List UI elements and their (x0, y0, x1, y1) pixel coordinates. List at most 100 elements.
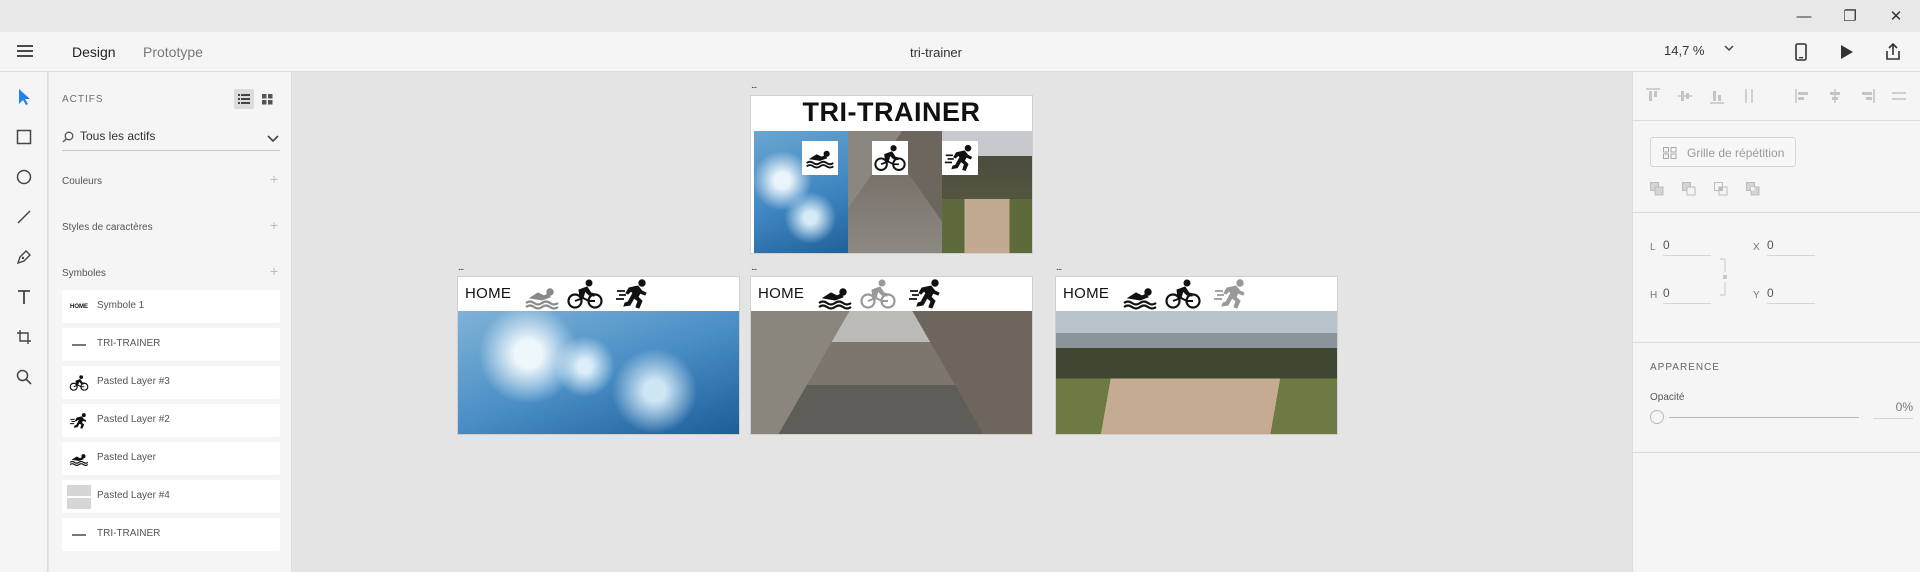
appearance-heading: APPARENCE (1650, 362, 1720, 373)
swim-icon[interactable] (1122, 282, 1158, 312)
add-symbol-icon[interactable]: + (270, 263, 278, 279)
boolean-subtract-icon[interactable] (1682, 182, 1696, 196)
rectangle-tool-icon[interactable] (12, 125, 36, 149)
bike-icon[interactable] (860, 279, 896, 309)
swim-icon[interactable] (524, 282, 560, 312)
home-link[interactable]: HOME (758, 285, 804, 302)
x-input[interactable]: 0 (1767, 238, 1815, 256)
swim-icon[interactable] (817, 282, 853, 312)
document-title: tri-trainer (909, 45, 962, 60)
opacity-input[interactable]: 0% (1873, 400, 1913, 419)
artboard-tool-icon[interactable] (12, 325, 36, 349)
ellipse-tool-icon[interactable] (12, 165, 36, 189)
symbol-label: TRI-TRAINER (97, 338, 161, 349)
mobile-preview-icon[interactable] (1789, 40, 1813, 64)
align-center-icon[interactable] (1827, 88, 1843, 104)
colors-section-label[interactable]: Couleurs (62, 176, 102, 187)
top-toolbar: Design Prototype tri-trainer 14,7 % (0, 32, 1920, 74)
play-icon[interactable] (1835, 40, 1859, 64)
close-window-button[interactable]: ✕ (1873, 0, 1919, 32)
align-bottom-icon[interactable] (1709, 88, 1725, 104)
run-icon (67, 409, 91, 433)
select-tool-icon[interactable] (12, 85, 36, 109)
text-tool-icon[interactable] (12, 285, 36, 309)
divider (1633, 342, 1920, 343)
boolean-intersect-icon[interactable] (1714, 182, 1728, 196)
symbol-label: Pasted Layer #2 (97, 414, 170, 425)
repeat-grid-icon (1663, 147, 1677, 159)
artboard-bike[interactable]: HOME (750, 276, 1033, 435)
artboard-handle[interactable]: ... (1056, 263, 1062, 273)
search-icon (62, 130, 74, 148)
swim-icon (67, 447, 91, 471)
artboard-run[interactable]: HOME (1055, 276, 1338, 435)
artboard-handle[interactable]: ... (458, 263, 464, 273)
run-icon[interactable] (615, 279, 651, 309)
run-icon (942, 141, 978, 175)
assets-panel: ACTIFS Tous les actifs Couleurs + Styles… (49, 72, 292, 572)
symbol-label: Pasted Layer #4 (97, 490, 170, 501)
symbol-item[interactable]: Pasted Layer #2 (62, 404, 280, 437)
link-proportions-icon[interactable] (1719, 258, 1727, 296)
artboard-handle[interactable]: ... (751, 263, 757, 273)
design-canvas[interactable]: ... TRI-TRAINER ... HOME ... HOME ... HO… (292, 72, 1632, 572)
minimize-icon: — (1796, 7, 1812, 25)
artboard-handle[interactable]: ... (751, 81, 757, 91)
bike-icon[interactable] (1165, 279, 1201, 309)
artboard-title[interactable]: TRI-TRAINER (750, 95, 1033, 254)
symbol-item[interactable]: Pasted Layer (62, 442, 280, 475)
align-left-icon[interactable] (1795, 88, 1811, 104)
assets-filter-dropdown[interactable]: Tous les actifs (62, 125, 280, 151)
add-color-icon[interactable]: + (270, 171, 278, 187)
artboard-swim[interactable]: HOME (457, 276, 740, 435)
pen-tool-icon[interactable] (12, 245, 36, 269)
bike-icon[interactable] (567, 279, 603, 309)
symbol-item[interactable]: TRI-TRAINER (62, 328, 280, 361)
line-tool-icon[interactable] (12, 205, 36, 229)
grid-view-icon[interactable] (257, 89, 277, 109)
opacity-slider-track[interactable] (1669, 417, 1859, 418)
char-styles-section-label[interactable]: Styles de caractères (62, 222, 153, 233)
align-top-icon[interactable] (1645, 88, 1661, 104)
bike-icon (67, 371, 91, 395)
opacity-slider-handle[interactable] (1650, 410, 1664, 424)
tri-trainer-heading: TRI-TRAINER (802, 97, 981, 127)
symbol-label: TRI-TRAINER (97, 528, 161, 539)
height-input[interactable]: 0 (1663, 286, 1711, 304)
divider (1633, 452, 1920, 453)
chevron-down-icon[interactable] (1723, 42, 1735, 57)
nav-bar: HOME (751, 277, 1032, 311)
restore-button[interactable]: ❐ (1827, 0, 1873, 32)
y-input[interactable]: 0 (1767, 286, 1815, 304)
zoom-tool-icon[interactable] (12, 365, 36, 389)
minimize-button[interactable]: — (1781, 0, 1827, 32)
close-icon: ✕ (1889, 8, 1903, 25)
list-view-icon[interactable] (234, 89, 254, 109)
symbol-item[interactable]: Pasted Layer #3 (62, 366, 280, 399)
assets-title: ACTIFS (62, 94, 104, 105)
repeat-grid-button[interactable]: Grille de répétition (1650, 137, 1796, 167)
share-icon[interactable] (1881, 40, 1905, 64)
symbol-item[interactable]: Pasted Layer #4 (62, 480, 280, 513)
boolean-add-icon[interactable] (1650, 182, 1664, 196)
symbol-item[interactable]: TRI-TRAINER (62, 518, 280, 551)
run-icon[interactable] (908, 279, 944, 309)
width-input[interactable]: 0 (1663, 238, 1711, 256)
zoom-level[interactable]: 14,7 % (1664, 43, 1704, 58)
home-link[interactable]: HOME (1063, 285, 1109, 302)
symbol-item[interactable]: HOME Symbole 1 (62, 290, 280, 323)
symbol-thumb-text (67, 333, 91, 357)
align-middle-icon[interactable] (1677, 88, 1693, 104)
symbols-section-label[interactable]: Symboles (62, 268, 106, 279)
distribute-horizontal-icon[interactable] (1891, 88, 1907, 104)
add-char-style-icon[interactable]: + (270, 217, 278, 233)
run-icon[interactable] (1213, 279, 1249, 309)
trail-photo (1056, 311, 1337, 434)
home-link[interactable]: HOME (465, 285, 511, 302)
x-label: X (1753, 242, 1760, 253)
repeat-grid-label: Grille de répétition (1687, 146, 1785, 160)
y-label: Y (1753, 290, 1760, 301)
align-right-icon[interactable] (1859, 88, 1875, 104)
boolean-exclude-icon[interactable] (1746, 182, 1760, 196)
distribute-vertical-icon[interactable] (1741, 88, 1757, 104)
